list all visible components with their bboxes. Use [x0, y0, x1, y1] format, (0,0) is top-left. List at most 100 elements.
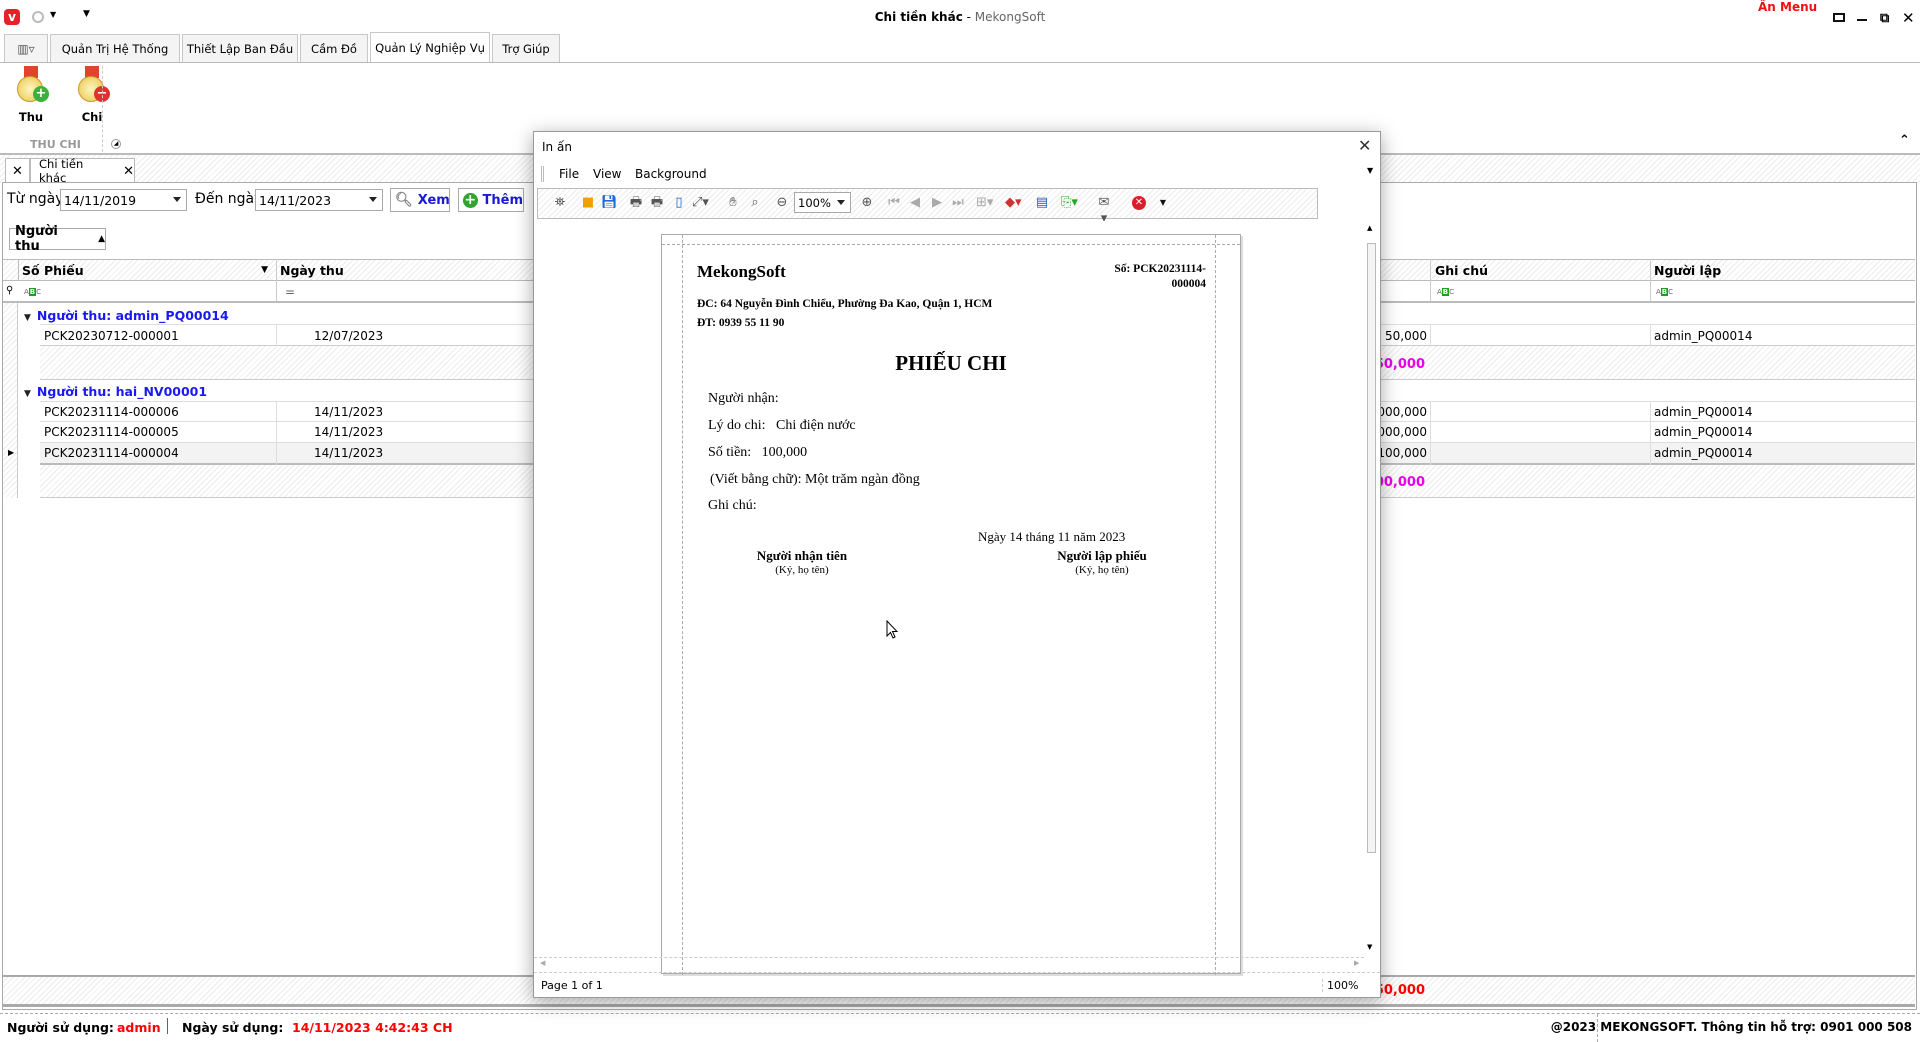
filter-pin-icon: ⚲	[6, 285, 14, 296]
cell-so-phieu: PCK20230712-000001	[44, 329, 179, 343]
zoom-in-icon[interactable]: ⊕	[859, 195, 875, 211]
page-setup-icon[interactable]: ▯	[671, 195, 687, 211]
status-divider	[167, 1018, 168, 1034]
vertical-scrollbar[interactable]: ▲ ▼	[1363, 221, 1379, 957]
column-header-nguoi-lap[interactable]: Người lập	[1654, 263, 1721, 278]
text-filter-icon[interactable]: ABC	[1437, 288, 1454, 296]
from-date-label: Từ ngày	[7, 191, 64, 207]
preview-toolbar: ⛯ ■ 💾︎ 🖶︎ 🖶︎ ▯ ⤢▾ ✋︎ ⌕ ⊖ 100% ⊕ ⏮︎ ◀ ▶ ⏭…	[537, 188, 1318, 226]
magnifier-icon[interactable]: ⌕	[747, 195, 763, 211]
group-by-nguoi-thu[interactable]: Người thu ▲	[9, 224, 106, 254]
tab-cam-do[interactable]: Cầm Đồ	[300, 34, 368, 62]
tab-quan-ly-nghiep-vu[interactable]: Quản Lý Nghiệp Vụ	[370, 32, 490, 63]
zoom-select[interactable]: 100%	[794, 192, 851, 213]
chevron-down-icon[interactable]	[173, 197, 181, 202]
document-heading: PHIẾU CHI	[895, 351, 1007, 375]
scroll-left-icon[interactable]: ◀	[540, 959, 545, 967]
email-icon[interactable]: ✉▾	[1096, 195, 1112, 226]
collapse-icon[interactable]: ▼	[24, 389, 31, 399]
scroll-up-icon[interactable]: ▲	[1367, 224, 1372, 232]
column-header-ghi-chu[interactable]: Ghi chú	[1435, 263, 1488, 278]
collapse-ribbon-icon[interactable]: ⌃	[1899, 133, 1910, 148]
grand-total: 50,000	[1374, 983, 1425, 998]
vertical-scroll-thumb[interactable]	[1367, 243, 1376, 853]
open-folder-icon[interactable]: ■	[580, 195, 596, 211]
ribbon-view-toggle[interactable]: ▥▿	[4, 34, 48, 62]
ribbon-divider	[0, 62, 1920, 63]
tab-thiet-lap-ban-dau[interactable]: Thiết Lập Ban Đầu	[182, 34, 298, 62]
scroll-down-icon[interactable]: ▼	[1367, 943, 1372, 951]
note-label: Ghi chú:	[708, 498, 757, 513]
from-date-input[interactable]: 14/11/2019	[60, 189, 187, 211]
last-page-icon[interactable]: ⏭︎	[950, 195, 966, 211]
add-button[interactable]: + Thêm	[458, 188, 524, 212]
chi-button[interactable]: − Chi	[67, 66, 117, 124]
quick-print-icon[interactable]: 🖶︎	[649, 195, 665, 211]
view-button[interactable]: 🔍︎ Xem	[390, 188, 450, 212]
menu-background[interactable]: Background	[635, 167, 707, 181]
watermark-icon[interactable]: ▤	[1034, 195, 1050, 211]
scroll-right-icon[interactable]: ▶	[1354, 959, 1359, 967]
cell-so-phieu: PCK20231114-000006	[44, 405, 179, 419]
plus-icon: +	[463, 191, 478, 208]
zoom-out-icon[interactable]: ⊖	[774, 195, 790, 211]
print-icon[interactable]: 🖶︎	[628, 195, 644, 211]
filter-dropdown-icon[interactable]: ▼	[261, 265, 268, 275]
first-page-icon[interactable]: ⏮︎	[886, 195, 902, 211]
tab-quan-tri-he-thong[interactable]: Quản Trị Hệ Thống	[50, 34, 180, 62]
chevron-down-icon[interactable]	[837, 200, 845, 205]
date-label: Ngày sử dụng:	[182, 1020, 284, 1035]
close-tab-icon[interactable]: ✕	[123, 164, 134, 179]
col-line	[276, 324, 277, 346]
save-icon[interactable]: 💾︎	[601, 195, 618, 211]
group-row[interactable]: ▼ Người thu: admin_PQ00014	[24, 308, 229, 323]
to-date-input[interactable]: 14/11/2023	[255, 189, 383, 211]
horizontal-scrollbar[interactable]: ◀ ▶	[534, 957, 1364, 971]
collapse-icon[interactable]: ▼	[24, 313, 31, 323]
status-separator	[1597, 1014, 1598, 1042]
doc-tab-chi-tien-khac[interactable]: Chi tiền khác ✕	[30, 157, 135, 185]
group-row[interactable]: ▼ Người thu: hai_NV00001	[24, 384, 207, 399]
menu-overflow-icon[interactable]: ▼	[1367, 166, 1373, 175]
sign-left-sub: (Ký, họ tên)	[775, 564, 829, 576]
group-by-label: Người thu	[15, 224, 58, 254]
hide-menu-link[interactable]: Ẩn Menu	[1758, 0, 1817, 14]
menu-view[interactable]: View	[593, 167, 621, 181]
restore-icon[interactable]: ⧉	[1880, 11, 1889, 26]
minimize-icon[interactable]	[1857, 19, 1867, 21]
dialog-close-button[interactable]: ✕	[1358, 136, 1371, 155]
user-value: admin	[117, 1020, 161, 1035]
view-label: Xem	[417, 192, 450, 208]
color-fill-icon[interactable]: ◆▾	[1005, 195, 1022, 211]
reason-label: Lý do chi:	[708, 418, 766, 433]
equals-filter-icon[interactable]: =	[285, 285, 295, 299]
hand-tool-icon[interactable]: ✋︎	[725, 195, 741, 211]
sign-right-title: Người lập phiếu	[1057, 548, 1147, 563]
column-header-ngay-thu[interactable]: Ngày thu	[280, 263, 344, 278]
group-label: Người thu: hai_NV00001	[36, 384, 208, 399]
column-header-so-phieu[interactable]: Số Phiếu ▼	[22, 263, 276, 278]
thu-button[interactable]: + Thu	[6, 66, 56, 124]
text-filter-icon[interactable]: ABC	[1656, 288, 1673, 296]
close-preview-icon[interactable]: ✕	[1132, 196, 1146, 210]
header-col-lines	[18, 259, 19, 281]
fullscreen-icon[interactable]	[1833, 13, 1845, 22]
close-window-icon[interactable]: ✕	[1902, 9, 1915, 27]
text-filter-icon[interactable]: ABC	[24, 288, 41, 296]
toolbar-overflow-icon[interactable]: ▼	[1155, 195, 1171, 211]
words-row: (Viết bằng chữ): Một trăm ngàn đồng	[710, 472, 920, 488]
reason-value: Chi điện nước	[776, 418, 856, 433]
menu-file[interactable]: File	[559, 167, 579, 181]
export-icon[interactable]: ⎘▾	[1061, 195, 1078, 211]
group-launcher-icon[interactable]: ◢	[111, 139, 121, 149]
scale-icon[interactable]: ⤢▾	[692, 195, 709, 211]
previous-page-icon[interactable]: ◀	[907, 195, 923, 211]
cell-so-phieu: PCK20231114-000004	[44, 446, 179, 460]
next-page-icon[interactable]: ▶	[929, 195, 945, 211]
find-binoculars-icon[interactable]: ⛯	[552, 195, 568, 211]
tab-tro-giup[interactable]: Trợ Giúp	[492, 34, 560, 62]
chevron-down-icon[interactable]	[369, 197, 377, 202]
close-all-tabs-button[interactable]: ✕	[5, 158, 30, 183]
menu-grip	[541, 166, 544, 182]
multiple-pages-icon[interactable]: ⊞▾	[976, 195, 993, 211]
